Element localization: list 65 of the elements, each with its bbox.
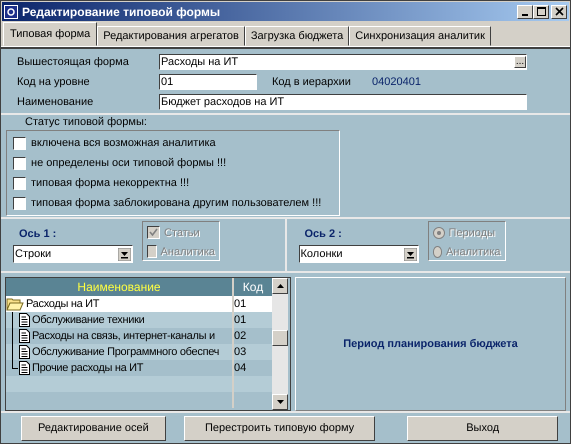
tab[interactable]: Загрузка бюджета	[244, 26, 350, 46]
column-header[interactable]: Код	[234, 278, 274, 296]
action-button[interactable]: Выход	[407, 416, 558, 440]
tab[interactable]: Редактирования агрегатов	[97, 26, 245, 46]
option-label: Аналитика	[160, 246, 215, 258]
dropdown[interactable]: Строки	[13, 245, 133, 263]
table-cell-text: 04	[234, 361, 248, 376]
up-arrow-icon[interactable]	[276, 284, 284, 288]
checkbox-label: не определены оси типовой формы !!!	[31, 157, 226, 169]
document-icon	[19, 361, 30, 375]
tree-item-name: Обслуживание Программного обеспеч	[32, 346, 220, 358]
dropdown[interactable]: Колонки	[298, 245, 418, 263]
document-icon	[19, 345, 30, 359]
checkbox-label: включена вся возможная аналитика	[31, 137, 216, 149]
field-label: Вышестоящая форма	[17, 56, 130, 68]
table-cell-text: 03	[234, 345, 248, 360]
axis-label: Ось 2 :	[304, 227, 343, 241]
column-header[interactable]: Наименование	[6, 278, 234, 296]
app-icon	[4, 4, 18, 18]
maximize-icon	[536, 7, 546, 16]
input-field[interactable]: Расходы на ИТ ...	[159, 54, 527, 70]
option-label: Статьи	[164, 226, 200, 238]
folder-icon	[6, 297, 24, 311]
document-icon	[19, 329, 30, 343]
checkbox-label: типовая форма заблокирована другим пользователем !!!	[31, 197, 322, 209]
document-icon	[19, 313, 30, 327]
action-button[interactable]: Редактирование осей	[21, 416, 166, 440]
field-label: Код на уровне	[17, 76, 91, 88]
tab[interactable]: Синхронизация аналитик	[349, 26, 491, 46]
input-field[interactable]: Бюджет расходов на ИТ	[159, 94, 527, 110]
checkbox[interactable]	[13, 176, 26, 190]
field-label: Код в иерархии	[272, 76, 352, 88]
tree-item-name: Обслуживание техники	[32, 314, 144, 326]
scrollbar[interactable]	[272, 278, 288, 410]
maximize-button[interactable]	[533, 4, 549, 18]
table-cell-text: 02	[234, 329, 248, 344]
tree-item-name: Расходы на связь, интернет-каналы и	[32, 330, 215, 342]
down-arrow-icon[interactable]	[276, 400, 284, 404]
browse-button[interactable]: ...	[514, 56, 526, 68]
section-title: Статус типовой формы:	[24, 116, 148, 129]
option-label: Периоды	[448, 226, 495, 238]
dropdown-arrow-icon	[118, 248, 131, 260]
panel-title: Период планирования бюджета	[343, 338, 518, 350]
axis-label: Ось 1 :	[18, 227, 58, 241]
table-cell-text: 01	[234, 313, 248, 328]
window-title: Редактирование типовой формы	[22, 4, 220, 18]
tree-item-name: Расходы на ИТ	[26, 298, 100, 310]
checkbox-label: типовая форма некорректна !!!	[31, 177, 190, 189]
scroll-thumb[interactable]	[272, 330, 288, 346]
checkbox[interactable]	[13, 196, 26, 210]
table-cell: 01	[234, 296, 272, 312]
minimize-button[interactable]	[517, 4, 533, 18]
checkbox[interactable]	[13, 156, 26, 170]
option-label: Аналитика	[446, 246, 500, 258]
tab[interactable]: Типовая форма	[3, 22, 98, 46]
tree-item-name: Прочие расходы на ИТ	[32, 362, 144, 374]
dropdown-arrow-icon	[404, 248, 416, 260]
close-button[interactable]	[551, 4, 567, 18]
checkbox[interactable]	[13, 136, 26, 150]
hierarchy-code: 04020401	[372, 76, 421, 88]
input-field[interactable]: 01	[159, 74, 257, 90]
action-button[interactable]: Перестроить типовую форму	[184, 416, 376, 440]
close-icon	[554, 7, 564, 16]
field-label: Наименование	[17, 96, 94, 108]
minimize-icon	[522, 14, 528, 16]
